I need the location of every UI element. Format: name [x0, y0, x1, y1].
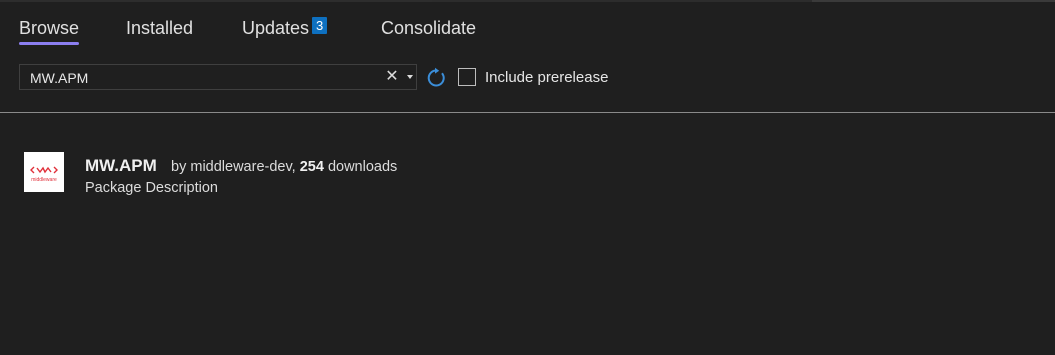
package-downloads-count: 254 — [299, 159, 324, 175]
tab-browse[interactable]: Browse — [19, 18, 80, 45]
package-author: middleware-dev, — [190, 159, 296, 175]
tab-consolidate-label: Consolidate — [381, 18, 477, 38]
close-icon[interactable]: ✕ — [384, 67, 400, 87]
updates-count-badge: 3 — [312, 17, 328, 34]
refresh-icon[interactable] — [425, 67, 447, 89]
package-description: Package Description — [85, 180, 218, 196]
tab-updates-label: Updates — [242, 18, 310, 38]
top-border-segment — [0, 0, 432, 2]
logo-wordmark: middleware — [31, 177, 57, 183]
package-by: by — [171, 159, 187, 175]
include-prerelease-checkbox[interactable] — [458, 68, 476, 86]
search-input[interactable] — [28, 65, 382, 91]
top-border-segment — [812, 0, 1055, 2]
tab-updates[interactable]: Updates 3 — [242, 17, 328, 45]
tab-installed[interactable]: Installed — [126, 18, 193, 45]
tab-consolidate[interactable]: Consolidate — [381, 18, 476, 45]
package-name: MW.APM — [85, 156, 157, 175]
include-prerelease-label[interactable]: Include prerelease — [485, 69, 608, 86]
package-downloads-label: downloads — [327, 159, 398, 175]
search-box: ✕ — [19, 64, 417, 91]
divider — [0, 112, 1055, 113]
tab-browse-label: Browse — [19, 18, 80, 38]
top-border — [0, 0, 1055, 2]
caret-down-icon[interactable] — [404, 67, 416, 87]
package-list-item[interactable]: middleware MW.APM by middleware-dev, 254… — [0, 146, 1055, 206]
package-meta: by middleware-dev, 254 downloads — [171, 159, 397, 175]
tab-installed-label: Installed — [126, 18, 194, 38]
package-logo: middleware — [24, 152, 64, 192]
